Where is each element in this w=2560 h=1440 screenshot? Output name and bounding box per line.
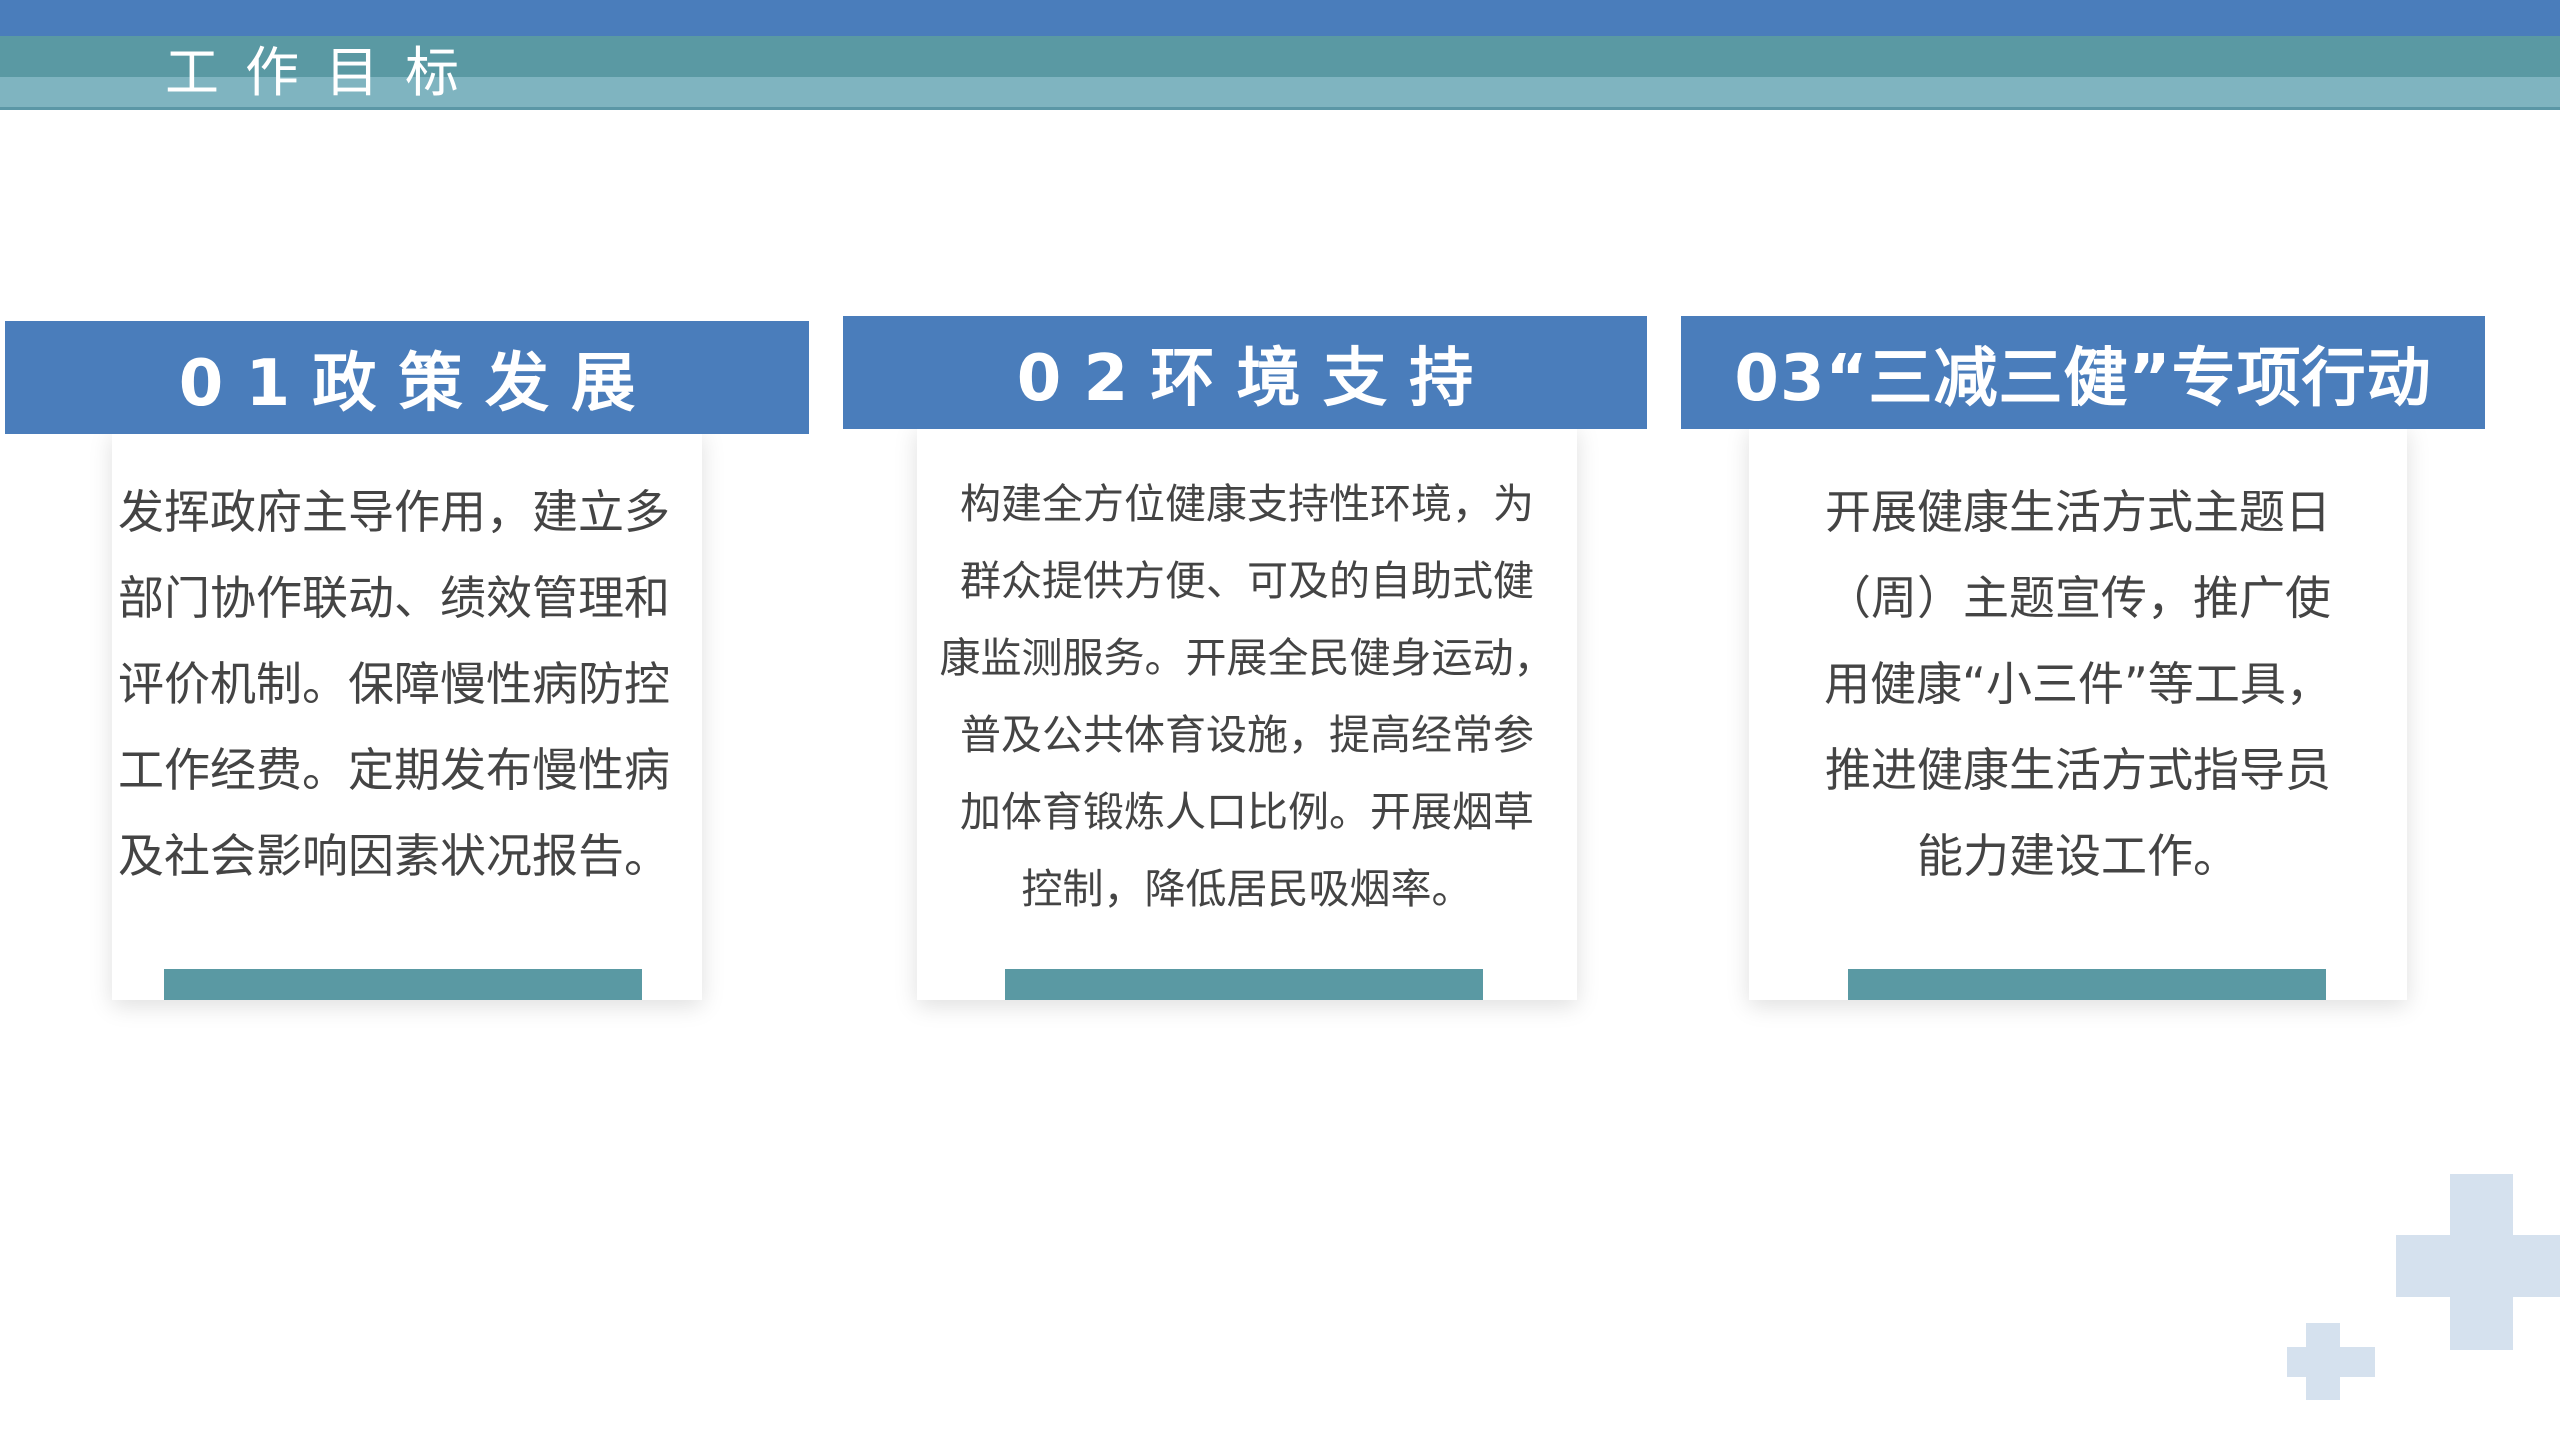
text-line: 加体育锻炼人口比例。开展烟草	[960, 788, 1534, 836]
text-line: 发挥政府主导作用，建立多	[118, 485, 670, 539]
card-environment-support-title: 0 2 环 境 支 持	[843, 316, 1647, 429]
text-line: 控制，降低居民吸烟率。	[1021, 865, 1473, 913]
card-environment-support-accent-bar	[1005, 969, 1483, 1000]
text-line: 及社会影响因素状况报告。	[118, 829, 670, 883]
text-line: 构建全方位健康支持性环境，为	[960, 480, 1534, 528]
card-policy-development-text: 发挥政府主导作用，建立多 部门协作联动、绩效管理和 评价机制。保障慢性病防控 工…	[118, 469, 708, 899]
text-line: 部门协作联动、绩效管理和	[118, 571, 670, 625]
text-line: （周）主题宣传，推广使	[1825, 571, 2331, 625]
card-policy-development-accent-bar	[164, 969, 642, 1000]
page-title: 工作目标	[165, 41, 485, 104]
text-line: 群众提供方便、可及的自助式健	[960, 557, 1534, 605]
card-three-reductions-three-health-accent-bar	[1848, 969, 2326, 1000]
card-three-reductions-three-health-text: 开展健康生活方式主题日 （周）主题宣传，推广使 用健康“小三件”等工具， 推进健…	[1749, 469, 2407, 899]
text-line: 工作经费。定期发布慢性病	[118, 743, 670, 797]
text-line: 康监测服务。开展全民健身运动，	[939, 634, 1555, 682]
text-line: 能力建设工作。	[1917, 829, 2239, 883]
text-line: 用健康“小三件”等工具，	[1824, 657, 2332, 711]
text-line: 推进健康生活方式指导员	[1825, 743, 2331, 797]
header-band-top	[0, 0, 2560, 36]
text-line: 评价机制。保障慢性病防控	[118, 657, 670, 711]
card-three-reductions-three-health-title: 03“三减三健”专项行动	[1681, 316, 2485, 429]
text-line: 开展健康生活方式主题日	[1825, 485, 2331, 539]
card-policy-development-title: 0 1 政 策 发 展	[5, 321, 809, 434]
slide: 工作目标 发挥政府主导作用，建立多 部门协作联动、绩效管理和 评价机制。保障慢性…	[0, 0, 2560, 1440]
card-environment-support-text: 构建全方位健康支持性环境，为 群众提供方便、可及的自助式健 康监测服务。开展全民…	[917, 466, 1577, 928]
text-line: 普及公共体育设施，提高经常参	[960, 711, 1534, 759]
